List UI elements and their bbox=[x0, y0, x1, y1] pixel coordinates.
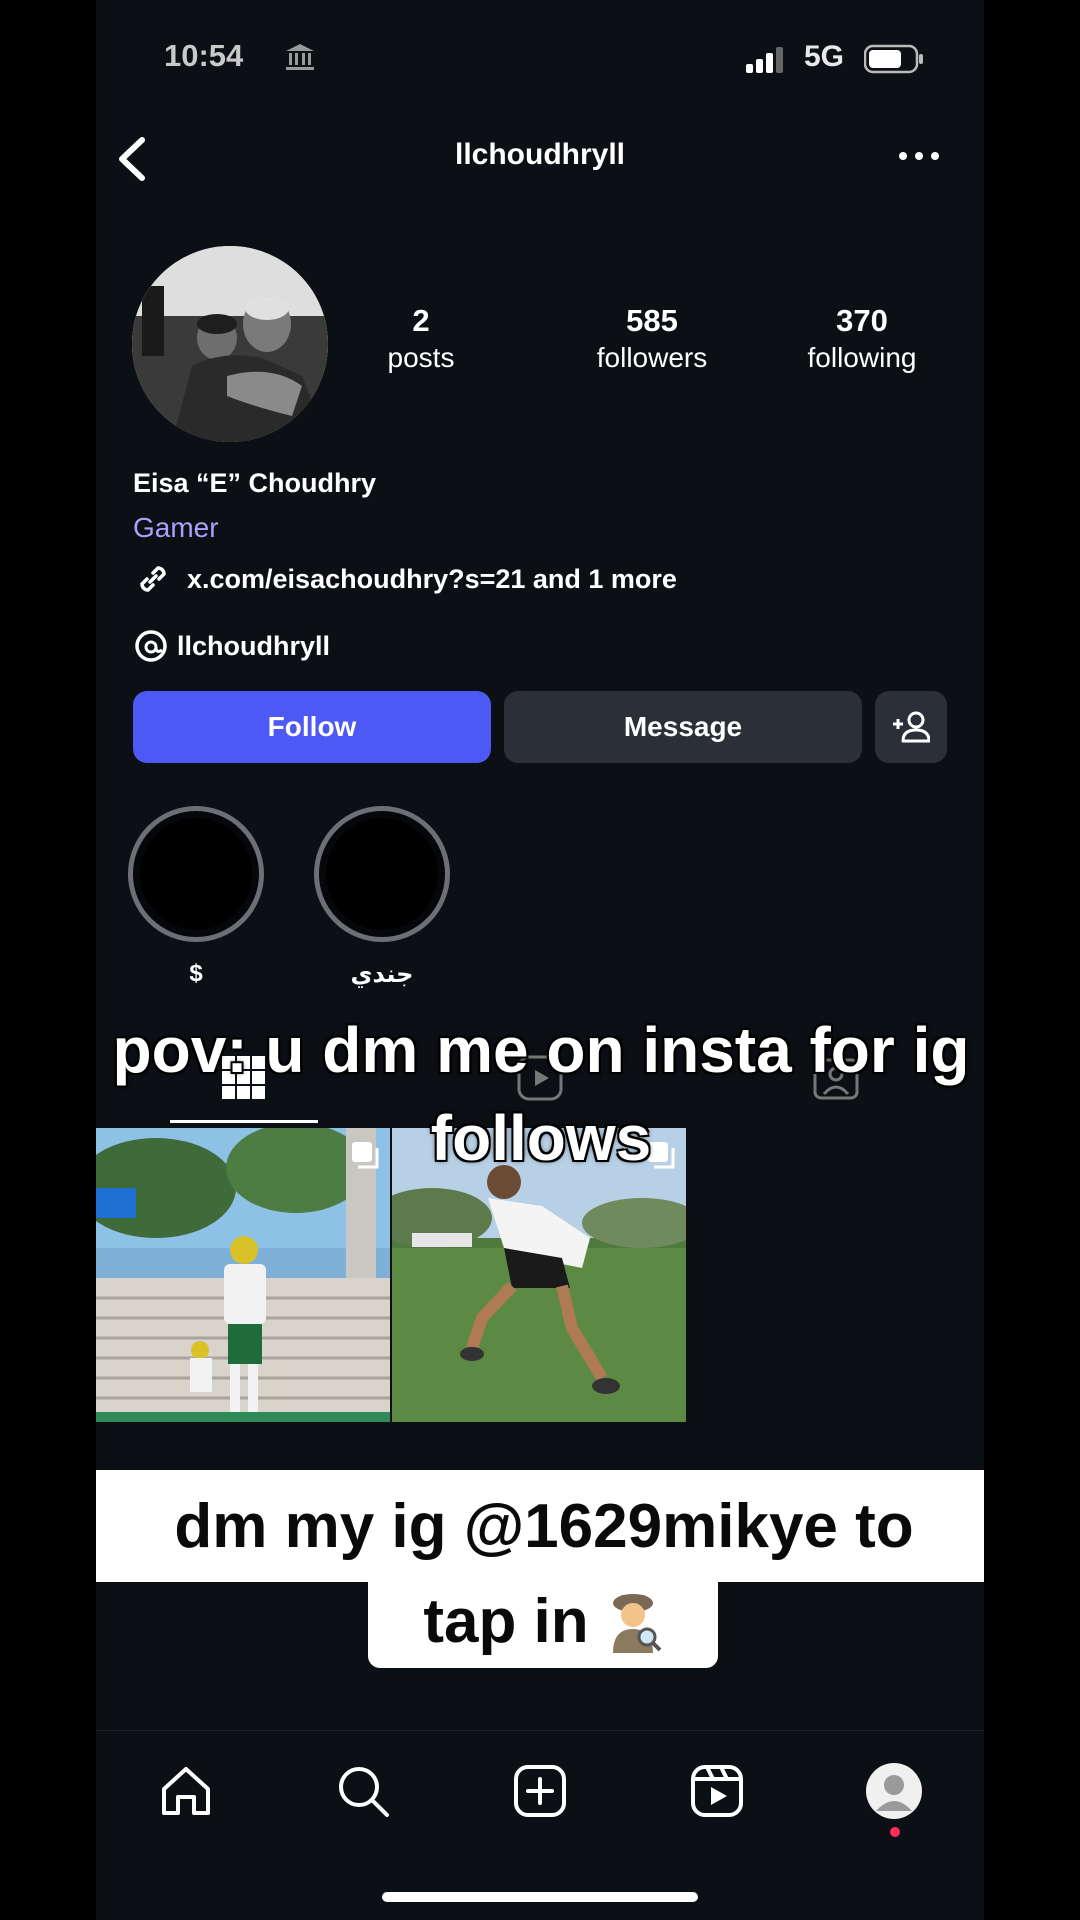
profile-avatar[interactable] bbox=[864, 1761, 924, 1821]
caption-line2-text: tap in bbox=[423, 1586, 589, 1656]
posts-label: posts bbox=[387, 342, 455, 373]
threads-badge[interactable]: llchoudhryll bbox=[133, 626, 330, 666]
video-caption-top: pov: u dm me on insta for ig follows bbox=[112, 1014, 970, 1174]
story-highlight[interactable] bbox=[128, 806, 264, 942]
profile-link-text: x.com/eisachoudhry?s=21 and 1 more bbox=[187, 563, 677, 594]
highlight-label: جندي bbox=[350, 961, 414, 988]
highlight-cover bbox=[140, 818, 252, 930]
home-indicator bbox=[382, 1892, 698, 1902]
status-bar: 10:54 5G bbox=[96, 0, 984, 118]
profile-avatar[interactable] bbox=[132, 246, 328, 442]
threads-icon bbox=[135, 630, 167, 662]
profile-photo bbox=[132, 246, 328, 442]
video-caption-bottom-line1: dm my ig @1629mikye to bbox=[96, 1470, 984, 1582]
cellular-signal-icon bbox=[746, 47, 783, 73]
detective-emoji-icon bbox=[612, 1594, 662, 1653]
followers-number: 585 bbox=[626, 303, 678, 338]
caption-line1-text: dm my ig @1629mikye to bbox=[174, 1491, 914, 1561]
battery-icon bbox=[864, 44, 923, 74]
profile-username-title: llchoudhryll bbox=[454, 138, 625, 171]
video-caption-bottom-line2: tap in bbox=[368, 1574, 718, 1668]
posts-number: 2 bbox=[412, 303, 430, 338]
ellipsis-icon[interactable] bbox=[894, 142, 944, 170]
network-type: 5G bbox=[804, 40, 845, 73]
threads-handle: llchoudhryll bbox=[177, 630, 331, 661]
add-person-icon bbox=[893, 711, 930, 743]
home-icon[interactable] bbox=[156, 1761, 216, 1821]
followers-label: followers bbox=[596, 342, 708, 373]
following-number: 370 bbox=[836, 303, 888, 338]
following-label: following bbox=[807, 342, 917, 373]
suggested-people-button[interactable] bbox=[875, 691, 947, 763]
message-button[interactable]: Message bbox=[504, 691, 862, 763]
posts-count: 2 posts bbox=[356, 302, 486, 376]
search-icon[interactable] bbox=[333, 1761, 393, 1821]
following-count[interactable]: 370 following bbox=[772, 302, 952, 376]
profile-screen: 10:54 5G llchoudhryll 2 posts 585 follow… bbox=[96, 0, 984, 1920]
profile-header: llchoudhryll bbox=[96, 124, 984, 190]
link-icon bbox=[140, 566, 166, 592]
profile-category: Gamer bbox=[133, 512, 219, 543]
highlight-cover bbox=[326, 818, 438, 930]
profile-full-name: Eisa “E” Choudhry bbox=[133, 468, 377, 498]
profile-link[interactable]: x.com/eisachoudhry?s=21 and 1 more bbox=[133, 558, 677, 600]
create-icon[interactable] bbox=[510, 1761, 570, 1821]
bank-icon bbox=[286, 44, 314, 70]
story-highlight[interactable] bbox=[314, 806, 450, 942]
reels-icon[interactable] bbox=[687, 1761, 747, 1821]
status-time: 10:54 bbox=[164, 38, 244, 73]
notification-dot bbox=[890, 1827, 900, 1837]
followers-count[interactable]: 585 followers bbox=[562, 302, 742, 376]
follow-button[interactable]: Follow bbox=[133, 691, 491, 763]
highlight-label: $ bbox=[189, 960, 203, 987]
